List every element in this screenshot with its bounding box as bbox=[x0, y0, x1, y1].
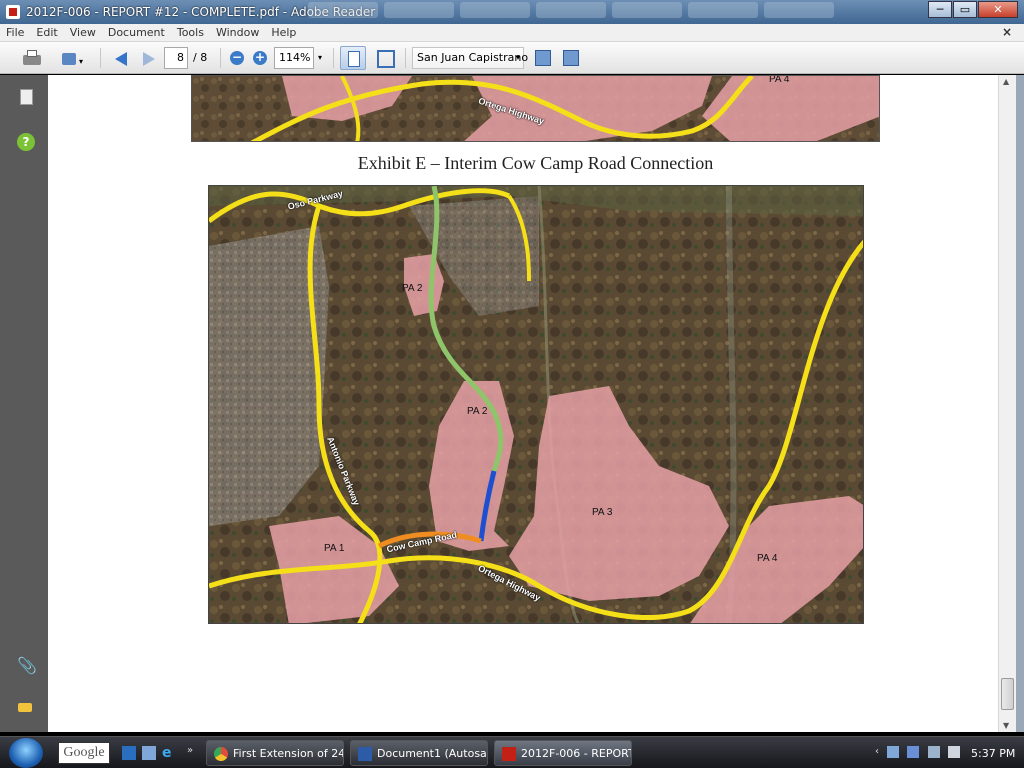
attachment-icon[interactable]: 📎 bbox=[17, 656, 37, 675]
map-label-pa3: PA 3 bbox=[592, 507, 613, 518]
scroll-thumb[interactable] bbox=[1001, 678, 1014, 710]
adobe-reader-icon bbox=[502, 747, 516, 761]
document-view[interactable]: PA 4 Ortega Highway Exhibit E – Interim … bbox=[48, 75, 998, 732]
exhibit-title: Exhibit E – Interim Cow Camp Road Connec… bbox=[357, 153, 714, 173]
background-windows bbox=[308, 2, 908, 20]
zoom-level-input[interactable]: 114% bbox=[274, 47, 314, 69]
taskbar: Google e » First Extension of 24... Docu… bbox=[0, 736, 1024, 768]
find-next-button[interactable] bbox=[558, 47, 582, 69]
internet-explorer-icon[interactable]: e bbox=[162, 746, 176, 760]
close-document-button[interactable]: × bbox=[1002, 25, 1012, 39]
help-icon[interactable]: ? bbox=[17, 133, 35, 151]
toolbar: ▾ 8 / 8 − + 114% ▾ San Juan Capistrano ▾ bbox=[0, 42, 1024, 74]
toolbar-divider bbox=[220, 48, 221, 68]
menu-bar: File Edit View Document Tools Window Help × bbox=[0, 24, 1024, 42]
scroll-up-icon[interactable]: ▲ bbox=[1003, 77, 1009, 86]
fit-page-button[interactable] bbox=[340, 46, 366, 70]
quicklaunch-overflow-icon[interactable]: » bbox=[187, 745, 193, 756]
map-top-graphic bbox=[192, 76, 879, 141]
zoom-out-icon[interactable]: − bbox=[230, 51, 244, 65]
navigation-pane: ? 📎 bbox=[0, 75, 48, 732]
chevron-down-icon: ▾ bbox=[79, 57, 84, 66]
menu-tools[interactable]: Tools bbox=[171, 24, 210, 39]
pages-icon[interactable] bbox=[17, 88, 35, 106]
volume-icon[interactable] bbox=[947, 746, 960, 758]
next-page-button[interactable] bbox=[134, 47, 160, 69]
taskbar-button-label: Document1 (Autosa... bbox=[377, 747, 488, 760]
window-border bbox=[1016, 75, 1024, 732]
bluetooth-icon[interactable] bbox=[907, 746, 920, 758]
clock[interactable]: 5:37 PM bbox=[971, 747, 1015, 760]
zoom-in-icon[interactable]: + bbox=[253, 51, 267, 65]
network-icon[interactable] bbox=[887, 746, 900, 758]
menu-file[interactable]: File bbox=[0, 24, 30, 39]
page-number-input[interactable]: 8 bbox=[164, 47, 188, 69]
share-tools-icon[interactable]: ▾ bbox=[58, 47, 84, 69]
maximize-button[interactable]: ▭ bbox=[953, 1, 977, 18]
vertical-scrollbar[interactable]: ▲ ▼ bbox=[998, 75, 1016, 732]
menu-document[interactable]: Document bbox=[102, 24, 171, 39]
print-icon[interactable] bbox=[18, 47, 44, 69]
tray-expand-icon[interactable]: ‹ bbox=[875, 746, 879, 758]
map-label-pa2-north: PA 2 bbox=[402, 283, 423, 294]
menu-view[interactable]: View bbox=[64, 24, 102, 39]
map-label-pa4: PA 4 bbox=[757, 553, 778, 564]
show-desktop-icon[interactable] bbox=[122, 746, 136, 760]
chevron-down-icon: ▾ bbox=[515, 53, 520, 62]
map-image-main: PA 2 PA 2 PA 1 PA 3 PA 4 Oso Parkway Ant… bbox=[208, 185, 864, 624]
window-titlebar: 2012F-006 - REPORT #12 - COMPLETE.pdf - … bbox=[0, 0, 1024, 24]
toolbar-divider bbox=[333, 48, 334, 68]
toolbar-divider bbox=[100, 48, 101, 68]
google-search-box[interactable]: Google bbox=[58, 742, 110, 764]
system-tray: ‹ bbox=[875, 746, 965, 758]
taskbar-button-word[interactable]: Document1 (Autosa... bbox=[350, 740, 488, 766]
minimize-button[interactable]: ─ bbox=[928, 1, 952, 18]
switch-windows-icon[interactable] bbox=[142, 746, 156, 760]
word-icon bbox=[358, 747, 372, 761]
map-image-top: PA 4 Ortega Highway bbox=[191, 75, 880, 142]
find-previous-button[interactable] bbox=[530, 47, 554, 69]
taskbar-button-label: 2012F-006 - REPORT... bbox=[521, 747, 632, 760]
menu-window[interactable]: Window bbox=[210, 24, 265, 39]
menu-help[interactable]: Help bbox=[265, 24, 302, 39]
map-label-pa1: PA 1 bbox=[324, 543, 345, 554]
display-icon[interactable] bbox=[927, 746, 940, 758]
toolbar-divider bbox=[405, 48, 406, 68]
find-text: San Juan Capistrano bbox=[417, 51, 529, 64]
previous-page-button[interactable] bbox=[108, 47, 134, 69]
zoom-dropdown-icon[interactable]: ▾ bbox=[314, 47, 326, 69]
start-button[interactable] bbox=[9, 738, 43, 768]
menu-edit[interactable]: Edit bbox=[30, 24, 63, 39]
close-button[interactable]: ✕ bbox=[978, 1, 1018, 18]
taskbar-button-reader[interactable]: 2012F-006 - REPORT... bbox=[494, 740, 632, 766]
find-input[interactable]: San Juan Capistrano ▾ bbox=[412, 47, 528, 69]
scroll-down-icon[interactable]: ▼ bbox=[1003, 721, 1009, 730]
chrome-icon bbox=[214, 747, 228, 761]
taskbar-button-chrome[interactable]: First Extension of 24... bbox=[206, 740, 344, 766]
comments-icon[interactable] bbox=[17, 700, 35, 718]
map-label-pa4: PA 4 bbox=[769, 75, 790, 85]
page-total: / 8 bbox=[193, 51, 208, 64]
map-label-pa2: PA 2 bbox=[467, 406, 488, 417]
taskbar-button-label: First Extension of 24... bbox=[233, 747, 344, 760]
full-screen-button[interactable] bbox=[372, 47, 398, 69]
adobe-reader-icon bbox=[6, 5, 20, 19]
